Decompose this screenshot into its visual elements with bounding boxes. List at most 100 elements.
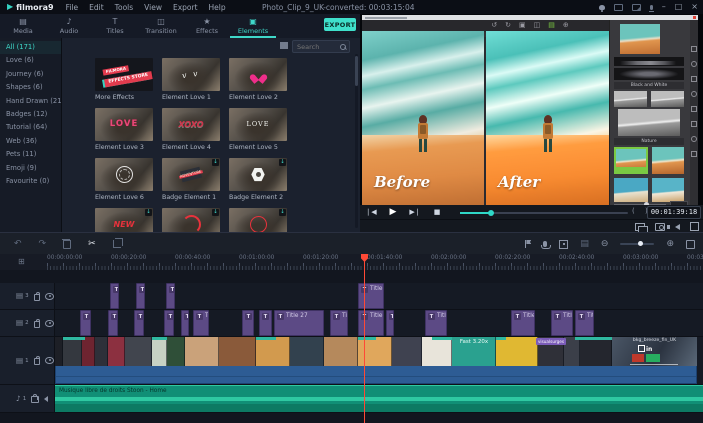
title-clip[interactable]: Title <box>181 310 189 336</box>
tab-effects[interactable]: ★ Effects <box>184 14 230 38</box>
seek-handle[interactable] <box>488 209 494 216</box>
title-clip[interactable]: Title <box>134 310 144 336</box>
category-item[interactable]: Shapes (6) <box>0 81 61 94</box>
title-clip[interactable]: Title <box>136 283 145 309</box>
close-button[interactable]: × <box>691 2 698 12</box>
stop-button[interactable]: ■ <box>426 208 448 216</box>
category-item[interactable]: Love (6) <box>0 54 61 67</box>
download-icon[interactable]: ↓ <box>212 209 219 216</box>
visibility-icon[interactable] <box>45 357 54 364</box>
voiceover-icon[interactable] <box>648 4 654 12</box>
title-clip[interactable]: Title <box>551 310 573 336</box>
element-tile[interactable]: ↓ Element Love 6 <box>95 158 153 201</box>
menu-item[interactable]: Edit <box>89 3 104 12</box>
tab-media[interactable]: ▤ Media <box>0 14 46 38</box>
zoom-fit-button[interactable] <box>686 239 695 249</box>
title-clip[interactable]: Title <box>358 283 384 309</box>
snapshot-icon[interactable] <box>655 222 665 231</box>
lock-icon[interactable] <box>33 318 41 328</box>
notification-icon[interactable] <box>598 4 605 12</box>
title-clip[interactable]: Title <box>425 310 447 336</box>
visibility-icon[interactable] <box>45 292 54 300</box>
category-item[interactable]: Journey (6) <box>0 68 61 81</box>
category-item[interactable]: Emoji (9) <box>0 162 61 175</box>
seek-bar[interactable] <box>460 209 628 216</box>
tab-titles[interactable]: T Titles <box>92 14 138 38</box>
title-clip[interactable]: Title <box>358 310 384 336</box>
element-tile[interactable]: ADVENTURE ↓ Badge Element 1 <box>162 158 220 201</box>
element-tile[interactable]: XOXO ↓ Element Love 4 <box>162 108 220 151</box>
element-tile[interactable]: NEW ↓ <box>95 208 153 232</box>
title-clip[interactable]: Title <box>259 310 272 336</box>
menu-item[interactable]: File <box>66 3 79 12</box>
element-tile[interactable]: LOVE ↓ Element Love 3 <box>95 108 153 151</box>
grid-view-icon[interactable] <box>280 42 288 49</box>
delete-button[interactable] <box>62 238 72 249</box>
title-clip[interactable]: Title 2 <box>330 310 348 336</box>
title-clip[interactable]: Title <box>108 310 118 336</box>
category-item[interactable]: Web (36) <box>0 135 61 148</box>
element-tile[interactable]: ↓ <box>229 208 287 232</box>
minimize-button[interactable]: – <box>662 2 666 12</box>
category-item[interactable]: Favourite (0) <box>0 175 61 188</box>
zoom-in-button[interactable]: ⊕ <box>666 239 674 249</box>
download-icon[interactable]: ↓ <box>279 159 286 166</box>
lock-icon[interactable] <box>33 356 41 365</box>
download-icon[interactable]: ↓ <box>145 209 152 216</box>
layout-icon[interactable] <box>613 3 623 11</box>
tab-elements[interactable]: ▣ Elements <box>230 14 276 38</box>
menu-item[interactable]: Export <box>173 3 198 12</box>
crop-button[interactable] <box>112 238 123 248</box>
menu-item[interactable]: Tools <box>115 3 133 12</box>
mixer-button[interactable]: ▤ <box>580 239 589 249</box>
title-clip[interactable]: Title 27 <box>274 310 324 336</box>
marker-button[interactable] <box>525 240 531 248</box>
title-clip[interactable]: Title <box>166 283 175 309</box>
manage-tracks-icon[interactable]: ⊞ <box>18 257 25 266</box>
mute-icon[interactable] <box>37 395 49 402</box>
play-button[interactable]: ▶ <box>382 207 404 217</box>
zoom-out-button[interactable]: ⊖ <box>601 239 609 249</box>
split-scissors-button[interactable]: ✂ <box>88 239 96 249</box>
element-tile[interactable]: ↓ Element Love 2 <box>229 58 287 101</box>
previous-frame-button[interactable]: ❘◀ <box>360 208 382 216</box>
category-item[interactable]: Badges (12) <box>0 108 61 121</box>
visibility-icon[interactable] <box>45 319 54 327</box>
element-tile[interactable]: ↓ Badge Element 2 <box>229 158 287 201</box>
element-tile[interactable]: ↓ Element Love 1 <box>162 58 220 101</box>
music-clip[interactable]: Musique libre de droits Stoon - Home <box>55 385 703 412</box>
grid-scrollbar[interactable] <box>355 54 358 228</box>
title-clip[interactable]: Title <box>164 310 174 336</box>
element-tile[interactable]: FILMORA EFFECTS STORE ↓ More Effects <box>95 58 153 101</box>
export-button[interactable]: EXPORT <box>324 18 356 31</box>
category-item[interactable]: Hand Drawn (21) <box>0 95 64 108</box>
record-voiceover-button[interactable] <box>541 241 552 249</box>
preview-video[interactable]: ↺ ↻ ▣ ◫ ▤ ⊕ Before After Black and White… <box>362 15 698 210</box>
download-icon[interactable]: ↓ <box>212 159 219 166</box>
video-filmstrip[interactable]: Fast 3.20x visualsurges bkg_breeze_fin_U… <box>0 337 703 366</box>
menu-item[interactable]: View <box>144 3 162 12</box>
redo-button[interactable]: ↷ <box>39 239 47 249</box>
title-clip[interactable]: Title <box>575 310 594 336</box>
title-clip[interactable]: Title <box>80 310 91 336</box>
snap-button[interactable] <box>559 239 569 249</box>
element-tile[interactable]: ↓ <box>162 208 220 232</box>
undo-button[interactable]: ↶ <box>14 239 22 249</box>
title-clip[interactable]: Title <box>242 310 254 336</box>
title-clip[interactable]: Title 27 <box>511 310 535 336</box>
category-item[interactable]: Tutorial (64) <box>0 121 61 134</box>
volume-icon[interactable] <box>667 223 680 230</box>
category-item[interactable]: Pets (11) <box>0 148 61 161</box>
menu-item[interactable]: Help <box>209 3 226 12</box>
category-item[interactable]: All (171) <box>0 41 61 55</box>
title-clip[interactable]: Title <box>386 310 394 336</box>
dual-screen-icon[interactable] <box>635 222 648 234</box>
title-clip[interactable]: Title <box>110 283 119 309</box>
tab-transition[interactable]: ◫ Transition <box>138 14 184 38</box>
tab-audio[interactable]: ♪ Audio <box>46 14 92 38</box>
next-frame-button[interactable]: ▶❘ <box>404 208 426 216</box>
element-tile[interactable]: LOVE ↓ Element Love 5 <box>229 108 287 151</box>
search-input[interactable] <box>293 42 339 51</box>
lock-icon[interactable] <box>33 291 41 301</box>
search-box[interactable] <box>292 40 350 53</box>
